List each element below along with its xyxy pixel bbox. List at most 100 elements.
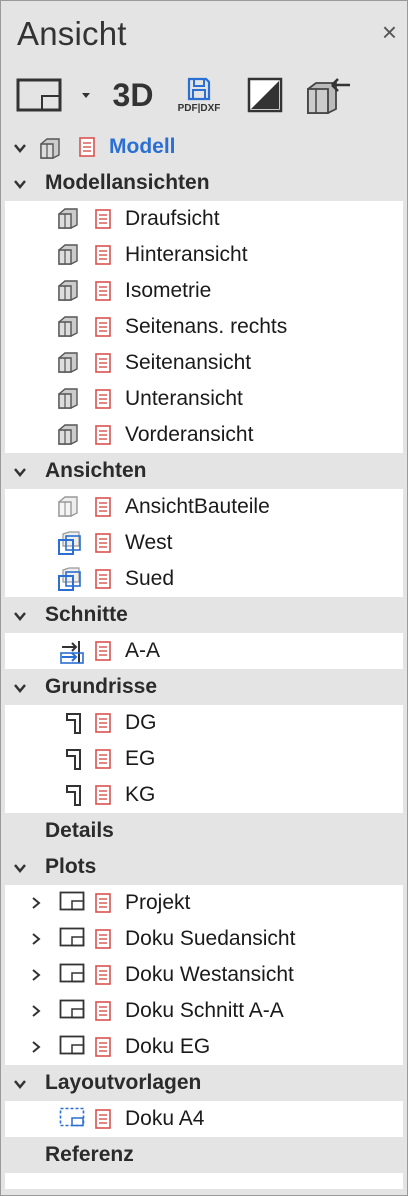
- tree-item[interactable]: Unteransicht: [5, 381, 403, 417]
- tree-item[interactable]: Isometrie: [5, 273, 403, 309]
- section-header-layoutvorlagen[interactable]: Layoutvorlagen: [1, 1065, 407, 1101]
- document-icon: [95, 965, 111, 991]
- tree-item-label: Doku A4: [125, 1107, 205, 1130]
- model-view-icon: [57, 387, 87, 415]
- layout-view-button[interactable]: [9, 69, 69, 121]
- model-view-icon: [57, 207, 87, 235]
- document-icon: [79, 137, 95, 163]
- tree-item[interactable]: Sued: [5, 561, 403, 597]
- model-view-icon: [57, 423, 87, 451]
- tree-item-label: AnsichtBauteile: [125, 495, 270, 518]
- tree-item[interactable]: Seitenans. rechts: [5, 309, 403, 345]
- toolbar: 3D PDF|DXF: [9, 69, 401, 121]
- tree-item[interactable]: West: [5, 525, 403, 561]
- model-view-icon: [57, 243, 87, 271]
- document-icon: [95, 641, 111, 667]
- document-icon: [95, 1001, 111, 1027]
- section-header-details[interactable]: Details: [1, 813, 407, 849]
- chevron-down-icon[interactable]: [13, 609, 27, 623]
- layout-icon: [59, 999, 85, 1025]
- document-icon: [95, 929, 111, 955]
- tree-item[interactable]: Doku Schnitt A-A: [5, 993, 403, 1029]
- model-view-icon: [57, 495, 87, 523]
- tree-item-label: DG: [125, 711, 157, 734]
- chevron-down-icon[interactable]: [13, 141, 27, 155]
- tree-root-modell[interactable]: Modell: [1, 129, 407, 165]
- tree-item[interactable]: EG: [5, 741, 403, 777]
- section-header-schnitte[interactable]: Schnitte: [1, 597, 407, 633]
- section-items-plots: Projekt Doku Suedansicht Doku Westansicht D…: [5, 885, 403, 1065]
- tree-item[interactable]: KG: [5, 777, 403, 813]
- layout-dropdown-button[interactable]: [75, 69, 97, 121]
- tree-item-label: Sued: [125, 567, 175, 590]
- tree-item[interactable]: Doku A4: [5, 1101, 403, 1137]
- chevron-down-icon[interactable]: [13, 861, 27, 875]
- layout-icon: [16, 78, 62, 112]
- model-view-icon: [57, 351, 87, 379]
- section-icon: [59, 639, 85, 671]
- import-view-button[interactable]: [299, 69, 359, 121]
- tree-item-label: Draufsicht: [125, 207, 220, 230]
- tree-item-label: Projekt: [125, 891, 191, 914]
- section-header-ansichten[interactable]: Ansichten: [1, 453, 407, 489]
- import-view-icon: [307, 78, 350, 114]
- chevron-down-icon[interactable]: [13, 465, 27, 479]
- section-header-plots[interactable]: Plots: [1, 849, 407, 885]
- model-view-icon: [57, 279, 87, 307]
- tree-item-label: Doku Schnitt A-A: [125, 999, 284, 1022]
- model-view-icon: [39, 137, 69, 165]
- document-icon: [95, 533, 111, 559]
- tree-item-label: Seitenansicht: [125, 351, 252, 374]
- section-header-modellansichten[interactable]: Modellansichten: [1, 165, 407, 201]
- tree-item-label: Doku EG: [125, 1035, 211, 1058]
- section-label: Plots: [45, 855, 97, 878]
- section-items-grundrisse: DG EG KG: [5, 705, 403, 813]
- tree-item[interactable]: Seitenansicht: [5, 345, 403, 381]
- chevron-right-icon[interactable]: [29, 968, 43, 982]
- 3d-view-button[interactable]: 3D: [105, 69, 161, 121]
- chevron-right-icon[interactable]: [29, 1004, 43, 1018]
- chevron-right-icon[interactable]: [29, 896, 43, 910]
- chevron-right-icon[interactable]: [29, 932, 43, 946]
- section-items-schnitte: A-A: [5, 633, 403, 669]
- tree-item[interactable]: Projekt: [5, 885, 403, 921]
- tree-item[interactable]: Doku Suedansicht: [5, 921, 403, 957]
- chevron-right-icon[interactable]: [29, 1040, 43, 1054]
- tree-item-label: West: [125, 531, 173, 554]
- tree-item[interactable]: Doku Westansicht: [5, 957, 403, 993]
- section-label: Layoutvorlagen: [45, 1071, 202, 1094]
- shading-icon: [247, 77, 283, 113]
- document-icon: [95, 353, 111, 379]
- empty-area: [5, 1173, 403, 1189]
- document-icon: [95, 785, 111, 811]
- section-items-ansichten: AnsichtBauteile West Sued: [5, 489, 403, 597]
- chevron-down-icon[interactable]: [13, 681, 27, 695]
- chevron-down-icon[interactable]: [13, 177, 27, 191]
- tree-item[interactable]: DG: [5, 705, 403, 741]
- section-header-referenz[interactable]: Referenz: [1, 1137, 407, 1173]
- ansicht-panel: Ansicht × 3D PDF|DXF Modell Modellansich…: [0, 0, 408, 1196]
- document-icon: [95, 713, 111, 739]
- tree-item[interactable]: Hinteransicht: [5, 237, 403, 273]
- export-pdf-dxf-button[interactable]: PDF|DXF: [169, 69, 229, 121]
- tree-item[interactable]: Draufsicht: [5, 201, 403, 237]
- view-tree: Modell Modellansichten Draufsicht Hinteran…: [1, 129, 407, 1173]
- tree-item[interactable]: A-A: [5, 633, 403, 669]
- section-header-grundrisse[interactable]: Grundrisse: [1, 669, 407, 705]
- tree-item[interactable]: Vorderansicht: [5, 417, 403, 453]
- save-icon: [187, 77, 211, 101]
- shading-button[interactable]: [237, 69, 293, 121]
- section-label: Ansichten: [45, 459, 147, 482]
- chevron-down-icon[interactable]: [13, 1077, 27, 1091]
- close-icon[interactable]: ×: [382, 17, 397, 48]
- panel-title: Ansicht: [17, 15, 127, 52]
- tree-item[interactable]: AnsichtBauteile: [5, 489, 403, 525]
- floor-plan-icon: [63, 783, 85, 813]
- document-icon: [95, 389, 111, 415]
- section-items-layoutvorlagen: Doku A4: [5, 1101, 403, 1137]
- document-icon: [95, 569, 111, 595]
- tree-item[interactable]: Doku EG: [5, 1029, 403, 1065]
- tree-item-label: KG: [125, 783, 156, 806]
- document-icon: [95, 893, 111, 919]
- document-icon: [95, 1037, 111, 1063]
